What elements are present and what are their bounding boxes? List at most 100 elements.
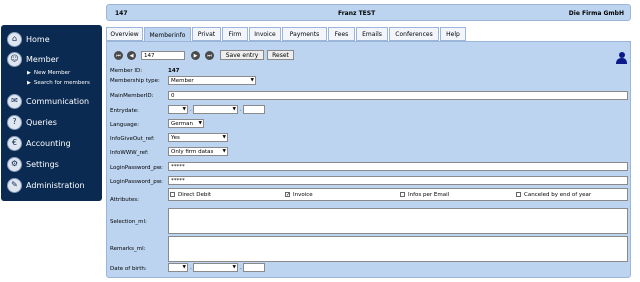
language-select[interactable]: German ▼ (168, 119, 204, 128)
tab-invoice[interactable]: Invoice (249, 27, 281, 41)
header-bar: 147 Franz TEST Die Firma GmbH (106, 4, 631, 21)
attribute-label: Direct Debit (178, 191, 212, 198)
login-password-input[interactable]: ***** (168, 162, 628, 171)
chevron-down-icon: ▼ (222, 135, 226, 140)
sidebar-subitem-label: Search for members (33, 80, 90, 86)
member-icon: ☺ (7, 51, 22, 67)
tab-conferences[interactable]: Conferences (389, 27, 439, 41)
tab-payments[interactable]: Payments (282, 27, 327, 41)
login-password-confirm-input[interactable]: ***** (168, 176, 628, 185)
sidebar-item-administration[interactable]: ✎ Administration (7, 177, 85, 193)
birth-month-select[interactable]: ▼ (193, 263, 238, 272)
header-member-id: 147 (115, 10, 128, 17)
sidebar-item-label: Queries (26, 117, 57, 127)
memberinfo-panel: ⏮ ◀ 147 ▶ ⏭ Save entry Reset Member ID: … (106, 41, 631, 278)
tab-firm[interactable]: Firm (222, 27, 248, 41)
settings-icon: ⚙ (7, 156, 22, 172)
sidebar-item-label: Home (26, 34, 50, 44)
info-give-out-value: Yes (171, 134, 180, 141)
entrydate-year-input[interactable] (243, 105, 265, 114)
sidebar-item-settings[interactable]: ⚙ Settings (7, 156, 59, 172)
attribute-label: Infos per Email (408, 191, 450, 198)
arrow-right-icon: ▶ (27, 80, 31, 86)
checkbox-icon[interactable] (516, 192, 521, 197)
checkbox-icon[interactable] (400, 192, 405, 197)
last-record-button[interactable]: ⏭ (205, 51, 214, 60)
birth-day-select[interactable]: ▼ (168, 263, 188, 272)
sidebar-item-label: Settings (26, 159, 59, 169)
record-id-input[interactable]: 147 (141, 51, 185, 60)
attribute-canceled-end-of-year[interactable]: Canceled by end of year (516, 190, 591, 199)
sidebar-item-label: Administration (26, 180, 85, 190)
date-separator: . (240, 107, 242, 113)
reset-button[interactable]: Reset (267, 50, 294, 60)
selection-textarea[interactable] (168, 208, 628, 234)
attribute-infos-per-email[interactable]: Infos per Email (400, 190, 449, 199)
attribute-invoice[interactable]: ✓ Invoice (285, 190, 313, 199)
membership-type-value: Member (171, 77, 194, 84)
chevron-down-icon: ▼ (250, 78, 254, 83)
checkbox-checked-icon[interactable]: ✓ (285, 192, 290, 198)
member-id-label: Member ID: (110, 68, 143, 74)
login-password-confirm-label: LoginPassword_pw: (110, 179, 163, 185)
tab-privat[interactable]: Privat (192, 27, 221, 41)
previous-record-button[interactable]: ◀ (127, 51, 136, 60)
chevron-down-icon: ▼ (182, 265, 186, 270)
tab-memberinfo[interactable]: Memberinfo (144, 27, 191, 42)
header-member-name: Franz TEST (338, 10, 376, 17)
entrydate-day-select[interactable]: ▼ (168, 105, 188, 114)
info-www-select[interactable]: Only firm datas ▼ (168, 147, 228, 156)
home-icon: ⌂ (7, 31, 22, 47)
attribute-label: Canceled by end of year (524, 191, 592, 198)
chevron-down-icon: ▼ (198, 121, 202, 126)
chevron-down-icon: ▼ (232, 107, 236, 112)
tab-emails[interactable]: Emails (356, 27, 388, 41)
next-icon: ▶ (193, 52, 198, 59)
chevron-down-icon: ▼ (232, 265, 236, 270)
tab-help[interactable]: Help (440, 27, 466, 41)
sidebar-item-label: Communication (26, 96, 90, 106)
tab-overview[interactable]: Overview (106, 27, 143, 41)
queries-icon: ? (7, 114, 22, 130)
sidebar: ⌂ Home ☺ Member ▶ New Member ▶ Search fo… (1, 25, 102, 201)
tab-fees[interactable]: Fees (328, 27, 355, 41)
birth-year-input[interactable] (243, 263, 265, 272)
arrow-right-icon: ▶ (27, 70, 31, 76)
sidebar-item-home[interactable]: ⌂ Home (7, 31, 50, 47)
date-separator: . (190, 107, 192, 113)
checkbox-icon[interactable] (170, 192, 175, 197)
date-separator: . (240, 265, 242, 271)
membership-type-label: Membership type: (110, 78, 160, 84)
info-give-out-select[interactable]: Yes ▼ (168, 133, 228, 142)
info-www-label: InfoWWW_ref: (110, 150, 149, 156)
attribute-label: Invoice (293, 191, 313, 198)
chevron-down-icon: ▼ (222, 149, 226, 154)
sidebar-subitem-search-members[interactable]: ▶ Search for members (27, 79, 90, 87)
sidebar-item-communication[interactable]: ✉ Communication (7, 93, 89, 109)
info-give-out-label: InfoGiveOut_ref: (110, 136, 155, 142)
sidebar-subitem-new-member[interactable]: ▶ New Member (27, 69, 70, 77)
next-record-button[interactable]: ▶ (191, 51, 200, 60)
chevron-down-icon: ▼ (182, 107, 186, 112)
sidebar-item-accounting[interactable]: € Accounting (7, 135, 71, 151)
sidebar-item-queries[interactable]: ? Queries (7, 114, 57, 130)
entrydate-month-select[interactable]: ▼ (193, 105, 238, 114)
sidebar-item-label: Member (26, 54, 59, 64)
member-id-value: 147 (168, 68, 180, 74)
birth-date-label: Date of birth: (110, 266, 147, 272)
sidebar-item-label: Accounting (26, 138, 71, 148)
save-entry-button[interactable]: Save entry (220, 50, 264, 60)
membership-type-select[interactable]: Member ▼ (168, 76, 256, 85)
main-member-id-label: MainMemberID: (110, 93, 154, 99)
attribute-direct-debit[interactable]: Direct Debit (170, 190, 211, 199)
entrydate-label: Entrydate: (110, 108, 139, 114)
sidebar-item-member[interactable]: ☺ Member (7, 51, 59, 67)
date-separator: . (190, 265, 192, 271)
remarks-label: Remarks_ml: (110, 246, 146, 252)
remarks-textarea[interactable] (168, 236, 628, 262)
language-value: German (171, 120, 194, 127)
sidebar-subitem-label: New Member (33, 70, 71, 76)
last-icon: ⏭ (207, 52, 212, 59)
main-member-id-input[interactable]: 0 (168, 91, 628, 100)
first-record-button[interactable]: ⏮ (114, 51, 123, 60)
